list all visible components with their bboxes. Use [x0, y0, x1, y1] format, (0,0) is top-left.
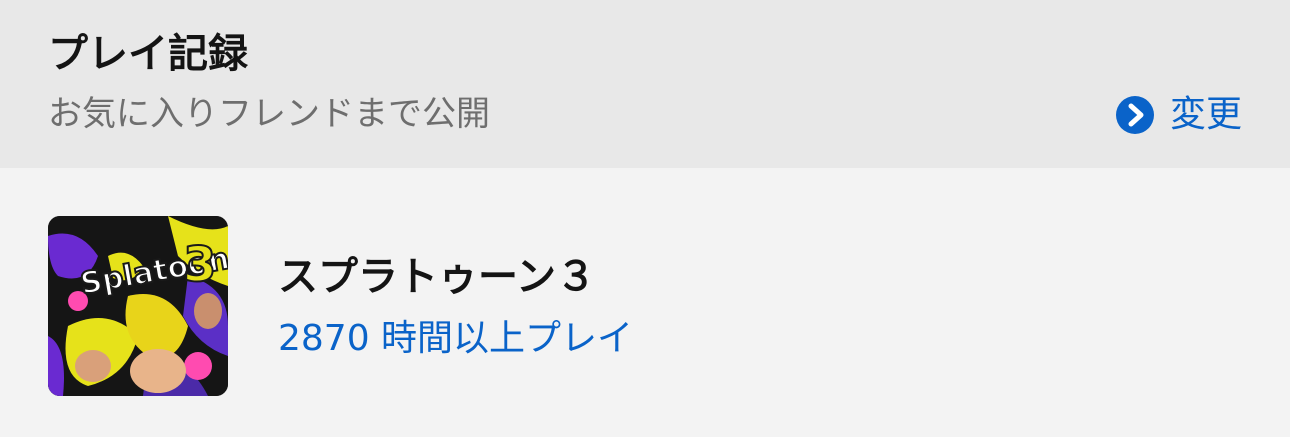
visibility-setting-text: お気に入りフレンドまで公開 — [48, 94, 490, 134]
game-title: スプラトゥーン３ — [278, 254, 596, 300]
play-record-header: プレイ記録 お気に入りフレンドまで公開 変更 — [0, 0, 1290, 168]
logo-number: 3 — [183, 237, 216, 293]
chevron-right-circle-icon — [1115, 96, 1154, 134]
play-time-text: 2870 時間以上プレイ — [278, 318, 634, 359]
section-title: プレイ記録 — [48, 31, 248, 77]
change-visibility-button[interactable]: 変更 — [1115, 92, 1242, 138]
change-label: 変更 — [1169, 94, 1242, 135]
splatoon-3-cover-art: Splatoon 3 — [48, 216, 228, 396]
game-thumbnail: Splatoon 3 — [48, 216, 228, 396]
game-list-item[interactable]: Splatoon 3 スプラトゥーン３ 2870 時間以上プレイ — [0, 168, 1290, 437]
